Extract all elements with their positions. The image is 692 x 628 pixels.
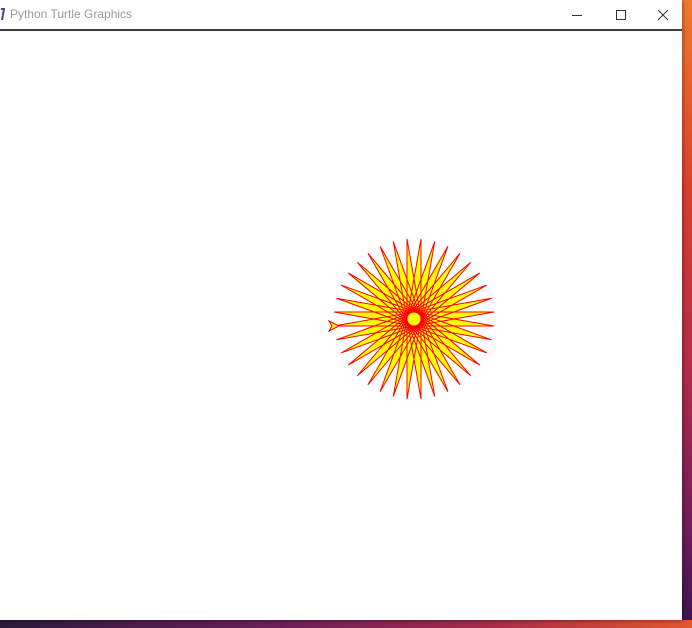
turtle-drawing [327, 238, 495, 400]
maximize-icon [615, 9, 627, 21]
star-drawing [333, 238, 495, 400]
turtle-arrow-icon [327, 319, 341, 333]
maximize-button[interactable] [599, 0, 643, 29]
minimize-icon [571, 9, 583, 21]
turtle-app-icon [0, 8, 6, 22]
title-bar[interactable]: Python Turtle Graphics [0, 0, 682, 31]
desktop-wallpaper [682, 0, 692, 628]
turtle-canvas[interactable] [0, 31, 682, 620]
window-title: Python Turtle Graphics [10, 7, 133, 21]
close-icon [657, 9, 669, 21]
close-button[interactable] [641, 0, 685, 29]
minimize-button[interactable] [555, 0, 599, 29]
desktop-wallpaper-bottom [0, 620, 692, 628]
turtle-window: Python Turtle Graphics [0, 0, 682, 620]
